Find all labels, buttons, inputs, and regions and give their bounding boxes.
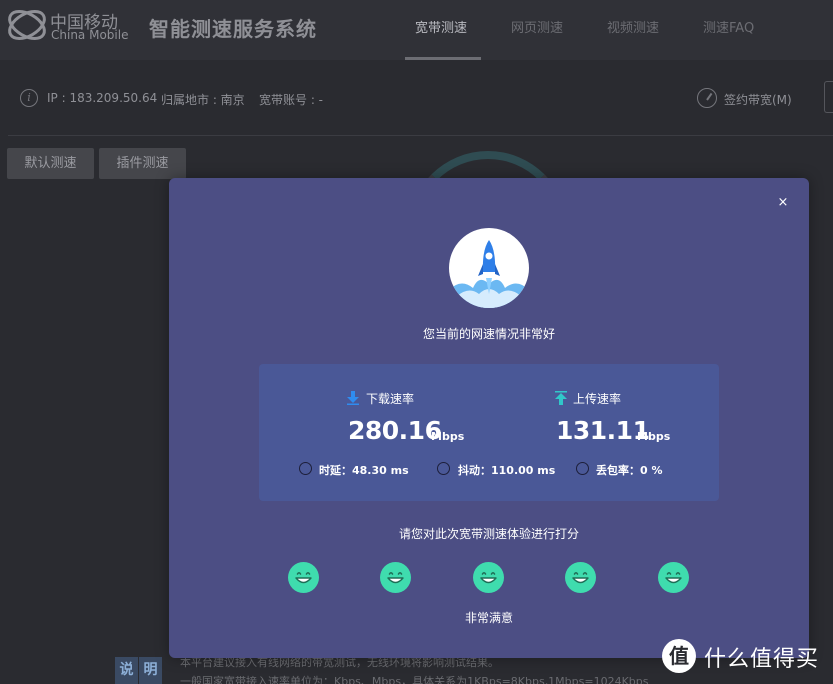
help-badge-char1: 说: [115, 657, 138, 684]
watermark-logo-icon: [662, 639, 696, 673]
upload-arrow-icon: [555, 391, 567, 405]
default-test-button[interactable]: 默认测速: [7, 148, 94, 179]
packet-loss-icon: [576, 462, 589, 475]
upload-unit: Mbps: [637, 430, 671, 443]
tab-speed-faq[interactable]: 测速FAQ: [703, 17, 754, 36]
result-panel: 下载速率 280.16 Mbps 上传速率 131.11 Mbps 时延：48.…: [259, 364, 719, 501]
rating-caption: 非常满意: [464, 611, 513, 625]
ip-address: IP : 183.209.50.64: [47, 91, 158, 105]
rating-prompt: 请您对此次宽带测速体验进行打分: [398, 527, 579, 541]
plugin-test-button[interactable]: 插件测速: [99, 148, 186, 179]
tab-web-speed[interactable]: 网页测速: [511, 17, 563, 36]
latency-value: 时延：48.30 ms: [319, 464, 409, 477]
speed-result-modal: × 您当前的网速情况非常好 下载速率 280.16 Mbps 上传速率 131.…: [169, 178, 809, 658]
tab-broadband-speed[interactable]: 宽带测速: [415, 17, 467, 36]
watermark: 什么值得买: [660, 637, 833, 684]
top-header: 中国移动 China Mobile 智能测速服务系统 宽带测速 网页测速 视频测…: [0, 0, 833, 60]
broadband-account: 宽带账号 : -: [259, 93, 324, 107]
brand-name-en: China Mobile: [51, 28, 129, 42]
help-badge-char2: 明: [139, 657, 162, 684]
jitter-icon: [437, 462, 450, 475]
watermark-text: 什么值得买: [704, 647, 820, 672]
rating-face-2-icon[interactable]: [380, 562, 411, 593]
footnote-line-2: 一般国家宽带接入速率单位为：Kbps、Mbps，具体关系为1KBps=8Kbps…: [180, 675, 649, 684]
rocket-icon: [449, 228, 529, 308]
location: 归属地市 : 南京: [161, 93, 245, 107]
network-status: 您当前的网速情况非常好: [422, 327, 555, 341]
download-unit: Mbps: [431, 430, 465, 443]
bandwidth-input[interactable]: [824, 81, 833, 113]
info-icon: i: [20, 89, 38, 107]
jitter-value: 抖动：110.00 ms: [458, 464, 556, 477]
rating-face-1-icon[interactable]: [288, 562, 319, 593]
download-arrow-icon: [347, 391, 359, 405]
china-mobile-logo-icon: [8, 10, 46, 40]
info-bar: i IP : 183.209.50.64 归属地市 : 南京 宽带账号 : - …: [8, 60, 833, 136]
upload-label: 上传速率: [573, 392, 622, 406]
packet-loss-value: 丢包率：0 %: [596, 464, 663, 477]
download-label: 下载速率: [366, 392, 415, 406]
download-value: 280.16: [348, 416, 442, 445]
rating-face-5-icon[interactable]: [658, 562, 689, 593]
tab-video-speed[interactable]: 视频测速: [607, 17, 659, 36]
speedometer-icon: [697, 88, 717, 108]
close-button[interactable]: ×: [775, 194, 791, 212]
upload-value: 131.11: [556, 416, 650, 445]
contracted-bandwidth: 签约带宽(M): [724, 93, 792, 107]
latency-icon: [299, 462, 312, 475]
rating-face-3-icon[interactable]: [473, 562, 504, 593]
system-title: 智能测速服务系统: [149, 17, 317, 41]
rating-face-4-icon[interactable]: [565, 562, 596, 593]
